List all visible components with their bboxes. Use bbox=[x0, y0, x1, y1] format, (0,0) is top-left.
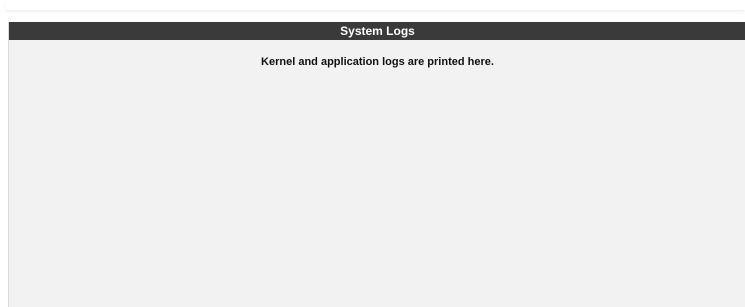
top-bar bbox=[6, 0, 745, 10]
page: System Logs Kernel and application logs … bbox=[0, 0, 745, 307]
log-message: Kernel and application logs are printed … bbox=[261, 56, 494, 68]
system-logs-panel: System Logs Kernel and application logs … bbox=[8, 22, 745, 307]
panel-title: System Logs bbox=[9, 22, 745, 40]
panel-body: Kernel and application logs are printed … bbox=[9, 40, 745, 68]
